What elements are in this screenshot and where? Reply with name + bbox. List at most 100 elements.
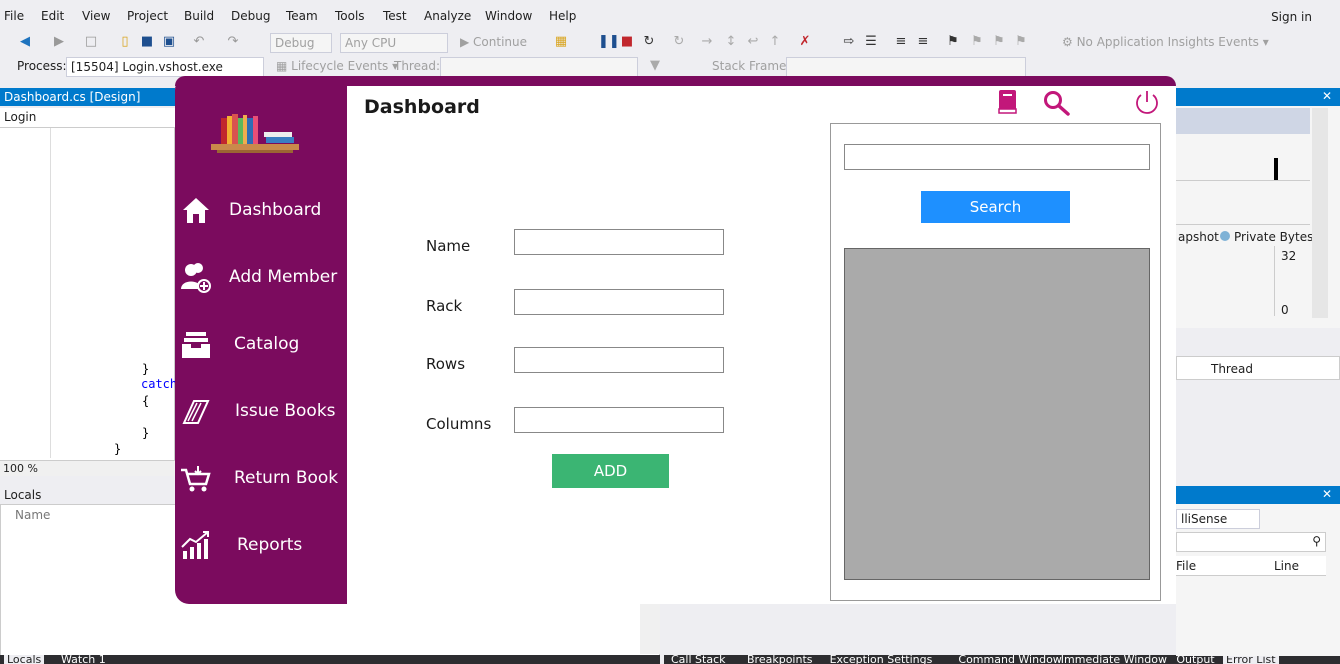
rows-label: Rows [426, 355, 466, 373]
bookmark-prev-icon[interactable]: ⚑ [970, 35, 984, 49]
menu-build[interactable]: Build [184, 9, 214, 23]
menu-help[interactable]: Help [549, 9, 576, 23]
align-icon[interactable]: ≡ [894, 35, 908, 49]
columns-input[interactable] [514, 407, 724, 433]
page-title: Dashboard [364, 96, 480, 118]
search-button[interactable]: Search [921, 191, 1070, 223]
stackframe-dropdown[interactable] [786, 57, 1026, 77]
zoom-level[interactable]: 100 % [0, 460, 175, 476]
error-list-header: ✕ [1176, 486, 1340, 504]
bookmark-clear-icon[interactable]: ⚑ [1014, 35, 1028, 49]
standard-toolbar: ◀ ▶ □ ▯ ■ ▣ ↶ ↷ Debug Any CPU ▶ Continue… [0, 32, 1340, 54]
lifecycle-dropdown[interactable]: ▦ Lifecycle Events ▾ [276, 59, 398, 73]
line-column[interactable]: Line [1274, 559, 1299, 573]
menu-debug[interactable]: Debug [231, 9, 270, 23]
nav-issue-books[interactable]: Issue Books [175, 389, 347, 433]
bottom-tab[interactable]: Command Window [955, 655, 1064, 664]
platform-dropdown[interactable]: Any CPU [340, 33, 448, 53]
close-icon[interactable]: ✕ [1322, 89, 1332, 103]
bottom-tab[interactable]: Error List [1223, 655, 1279, 664]
add-button[interactable]: ADD [552, 454, 669, 488]
signin-link[interactable]: Sign in [1271, 10, 1312, 24]
menu-tools[interactable]: Tools [335, 9, 365, 23]
process-dropdown[interactable]: [15504] Login.vshost.exe [66, 57, 264, 77]
step-over-icon[interactable]: ↕ [724, 35, 738, 49]
menu-analyze[interactable]: Analyze [424, 9, 471, 23]
nav-catalog[interactable]: Catalog [175, 322, 347, 366]
bottom-tab[interactable]: Exception Settings [827, 655, 936, 664]
step-out-icon[interactable]: ↩ [746, 35, 760, 49]
continue-button[interactable]: ▶ Continue [460, 35, 527, 49]
back-icon[interactable]: ◀ [18, 35, 32, 49]
hex-icon[interactable]: ⇨ [842, 35, 856, 49]
name-label: Name [426, 237, 471, 255]
breakpoint-icon[interactable]: ✗ [798, 35, 812, 49]
menu-view[interactable]: View [82, 9, 110, 23]
comment-icon[interactable]: ≡ [916, 35, 930, 49]
search-icon[interactable] [1043, 90, 1071, 116]
forward-icon[interactable]: ▶ [52, 35, 66, 49]
redo-icon[interactable]: ↷ [226, 35, 240, 49]
menu-test[interactable]: Test [383, 9, 407, 23]
rows-input[interactable] [514, 347, 724, 373]
save-icon[interactable]: ■ [140, 35, 154, 49]
stop-icon[interactable]: ■ [620, 35, 634, 49]
document-tab[interactable]: Dashboard.cs [Design] [0, 88, 175, 106]
snapshot-label: apshot [1178, 230, 1219, 244]
filter-icon[interactable]: ▼ [648, 59, 662, 73]
menu-team[interactable]: Team [286, 9, 318, 23]
pause-icon[interactable]: ❚❚ [598, 35, 620, 49]
book-icon[interactable] [997, 89, 1019, 115]
bottom-tab[interactable]: Call Stack [668, 655, 728, 664]
power-icon[interactable] [1134, 89, 1160, 115]
error-search-input[interactable]: ⚲ [1176, 532, 1326, 552]
class-combo[interactable]: Login [0, 108, 175, 128]
bottom-tab[interactable]: Locals [4, 655, 45, 664]
bookshelf-logo [211, 114, 299, 153]
nav-return-book[interactable]: Return Book [175, 456, 347, 500]
menu-window[interactable]: Window [485, 9, 532, 23]
intellisense-dropdown[interactable]: lliSense [1176, 509, 1260, 529]
menu-project[interactable]: Project [127, 9, 168, 23]
nav-reports[interactable]: Reports [175, 523, 347, 567]
name-input[interactable] [514, 229, 724, 255]
threads-icon[interactable]: ☰ [864, 35, 878, 49]
undo-icon[interactable]: ↶ [192, 35, 206, 49]
show-next-icon[interactable]: ↻ [672, 35, 686, 49]
new-project-icon[interactable]: □ [84, 35, 98, 49]
nav-add-member[interactable]: Add Member [175, 255, 347, 299]
thread-column[interactable]: Thread [1211, 362, 1253, 376]
thread-label: Thread: [394, 59, 441, 73]
debug-location-toolbar: Process: [15504] Login.vshost.exe ▦ Life… [0, 56, 1340, 78]
bookmark-icon[interactable]: ⚑ [946, 35, 960, 49]
locals-name-column[interactable]: Name [15, 508, 50, 522]
bookmark-next-icon[interactable]: ⚑ [992, 35, 1006, 49]
nav-dashboard[interactable]: Dashboard [175, 188, 347, 232]
search-input[interactable] [844, 144, 1150, 170]
save-all-icon[interactable]: ▣ [162, 35, 176, 49]
insights-dropdown[interactable]: ⚙ No Application Insights Events ▾ [1062, 35, 1269, 49]
process-icon[interactable]: ▦ [554, 35, 568, 49]
thread-dropdown[interactable] [440, 57, 638, 77]
menu-edit[interactable]: Edit [41, 9, 64, 23]
step-into-icon[interactable]: → [700, 35, 714, 49]
file-column[interactable]: File [1176, 559, 1196, 573]
bottom-tab[interactable]: Output [1173, 655, 1217, 664]
bottom-tab[interactable]: Breakpoints [744, 655, 816, 664]
scrollbar[interactable] [1312, 108, 1328, 318]
bottom-tab[interactable]: Watch 1 [58, 655, 109, 664]
rack-label: Rack [426, 297, 463, 315]
results-grid[interactable] [844, 248, 1150, 580]
open-folder-icon[interactable]: ▯ [118, 35, 132, 49]
private-bytes-legend: Private Bytes [1234, 230, 1314, 244]
close-icon[interactable]: ✕ [1322, 487, 1332, 501]
restart-icon[interactable]: ↻ [642, 35, 656, 49]
step-up-icon[interactable]: ↑ [768, 35, 782, 49]
code-line: } [114, 442, 122, 456]
rack-input[interactable] [514, 289, 724, 315]
menu-file[interactable]: File [4, 9, 24, 23]
scrollbar[interactable] [640, 604, 660, 654]
config-dropdown[interactable]: Debug [270, 33, 332, 53]
search-icon: ⚲ [1312, 534, 1321, 548]
bottom-tab[interactable]: Immediate Window [1058, 655, 1170, 664]
